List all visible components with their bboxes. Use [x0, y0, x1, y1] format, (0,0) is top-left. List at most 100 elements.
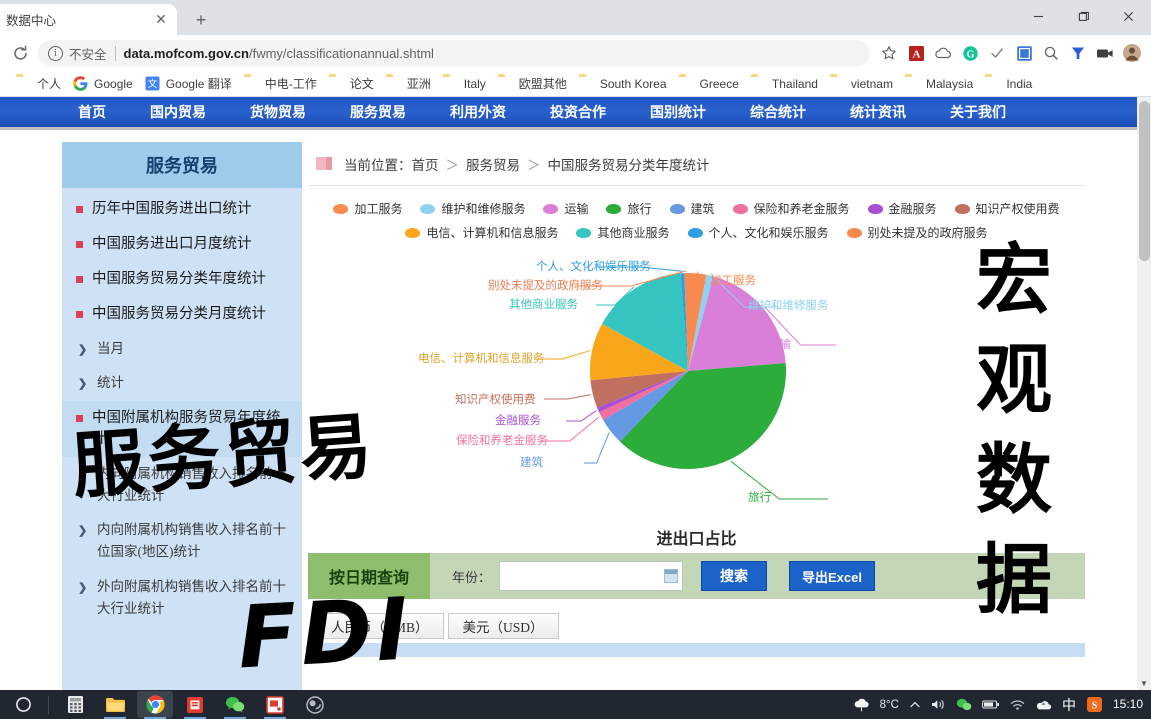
chevron-up-icon[interactable]	[909, 699, 921, 711]
reload-icon[interactable]	[6, 39, 34, 67]
legend-item[interactable]: 别处未提及的政府服务	[846, 224, 988, 241]
export-excel-button[interactable]: 导出Excel	[789, 561, 875, 591]
nav-item-service-trade[interactable]: 服务贸易	[350, 102, 406, 122]
calendar-icon[interactable]	[664, 569, 679, 583]
legend-item[interactable]: 加工服务	[333, 200, 402, 217]
minimize-button[interactable]	[1016, 0, 1061, 33]
tab-close-icon[interactable]: ✕	[153, 11, 169, 28]
nav-item-investment-cooperation[interactable]: 投资合作	[550, 102, 606, 122]
calculator-icon[interactable]	[57, 691, 93, 718]
onedrive-icon[interactable]	[1035, 699, 1052, 711]
yandex-icon[interactable]	[1065, 40, 1091, 66]
sidebar-item-annual-service-trade[interactable]: 历年中国服务进出口统计	[62, 192, 302, 227]
nav-item-comprehensive-statistics[interactable]: 综合统计	[750, 102, 806, 122]
note-app-icon[interactable]	[257, 691, 293, 719]
address-bar[interactable]: i 不安全 data.mofcom.gov.cn/fwmy/classifica…	[38, 40, 870, 66]
legend-item[interactable]: 金融服务	[867, 200, 937, 217]
nav-item-about-us[interactable]: 关于我们	[950, 102, 1006, 122]
start-circle-icon[interactable]	[0, 690, 46, 719]
pdf-reader-icon[interactable]	[177, 691, 213, 719]
legend-item[interactable]: 电信、计算机和信息服务	[405, 224, 558, 241]
bookmark-item[interactable]: 欧盟其他	[492, 73, 573, 95]
cloud-icon[interactable]	[930, 40, 956, 66]
page-scrollbar[interactable]: ▲ ▼	[1137, 97, 1151, 690]
bookmark-item[interactable]: 个人	[10, 73, 67, 95]
filter-header: 按日期查询	[308, 553, 430, 599]
battery-icon[interactable]	[982, 699, 1000, 710]
obs-icon[interactable]	[297, 691, 333, 718]
browser-tab[interactable]: 数据中心 ✕	[0, 4, 177, 35]
legend-item[interactable]: 保险和养老金服务	[732, 200, 850, 217]
bookmark-item[interactable]: South Korea	[573, 73, 673, 95]
nav-item-foreign-investment[interactable]: 利用外资	[450, 102, 506, 122]
checkmark-icon[interactable]	[984, 40, 1010, 66]
wechat-icon[interactable]	[217, 691, 253, 719]
legend-item[interactable]: 知识产权使用费	[954, 200, 1060, 217]
legend-item[interactable]: 建筑	[669, 200, 715, 217]
bookmark-item[interactable]: Google	[67, 73, 139, 95]
chrome-icon[interactable]	[137, 691, 173, 719]
bookmark-item[interactable]: Italy	[437, 73, 492, 95]
volume-icon[interactable]	[931, 698, 946, 711]
year-input[interactable]	[508, 568, 665, 584]
scroll-down-arrow[interactable]: ▼	[1137, 676, 1151, 690]
bookmark-item[interactable]: Thailand	[745, 73, 824, 95]
magnifier-icon[interactable]	[1038, 40, 1064, 66]
nav-item-home[interactable]: 首页	[78, 102, 106, 122]
bookmark-label: Thailand	[771, 76, 818, 91]
sidebar-item-affiliate-annual[interactable]: 中国附属机构服务贸易年度统计	[62, 400, 302, 457]
sidebar-subitem-current-month[interactable]: ❯ 当月	[62, 332, 302, 366]
profile-avatar-icon[interactable]	[1119, 40, 1145, 66]
sidebar-item-classification-monthly[interactable]: 中国服务贸易分类月度统计	[62, 297, 302, 332]
tab-usd[interactable]: 美元（USD）	[447, 613, 559, 639]
sidebar-subitem-statistics[interactable]: ❯ 统计	[62, 366, 302, 400]
legend-item[interactable]: 运输	[543, 200, 588, 217]
legend-item[interactable]: 旅行	[606, 200, 652, 217]
taskbar-clock[interactable]: 15:10	[1113, 698, 1143, 711]
bookmark-item[interactable]: 中电-工作	[238, 73, 323, 95]
breadcrumb-item-home[interactable]: 首页	[412, 158, 439, 173]
sidebar-subitem-inward-top10-industry[interactable]: ❯ 内向附属机构销售收入排名前十大行业统计	[62, 457, 302, 514]
weather-cloud-icon[interactable]	[853, 697, 870, 712]
sogou-icon[interactable]: S	[1086, 696, 1103, 713]
tab-rmb[interactable]: 人民币（RMB）	[316, 613, 444, 639]
bookmark-item[interactable]: 文 Google 翻译	[139, 73, 238, 95]
new-tab-button[interactable]: +	[188, 8, 214, 34]
legend-item[interactable]: 个人、文化和娱乐服务	[687, 224, 829, 241]
nav-item-statistics-news[interactable]: 统计资讯	[850, 102, 906, 122]
adobe-acrobat-icon[interactable]: A	[903, 40, 929, 66]
bookmark-item[interactable]: India	[979, 73, 1038, 95]
bookmark-star-icon[interactable]	[876, 40, 902, 66]
search-button[interactable]: 搜索	[701, 561, 768, 591]
ime-chinese-icon[interactable]: 中	[1062, 695, 1076, 715]
sidebar-subitem-outward-top10-industry[interactable]: ❯ 外向附属机构销售收入排名前十大行业统计	[62, 570, 302, 627]
close-button[interactable]	[1106, 0, 1151, 33]
translate-icon[interactable]	[1011, 40, 1037, 66]
bookmark-item[interactable]: Greece	[673, 73, 745, 95]
bookmark-item[interactable]: 论文	[323, 73, 380, 95]
maximize-button[interactable]	[1061, 0, 1106, 33]
year-input-wrapper[interactable]	[499, 561, 684, 591]
svg-text:G: G	[966, 49, 974, 60]
grammarly-icon[interactable]: G	[957, 40, 983, 66]
legend-item[interactable]: 维护和维修服务	[420, 200, 525, 217]
nav-item-domestic-trade[interactable]: 国内贸易	[150, 102, 206, 122]
wifi-icon[interactable]	[1010, 699, 1025, 711]
site-info-icon[interactable]: i	[48, 45, 63, 61]
breadcrumb-item-service-trade[interactable]: 服务贸易	[466, 158, 520, 173]
file-explorer-icon[interactable]	[97, 691, 133, 719]
camera-icon[interactable]	[1092, 40, 1118, 66]
bookmark-item[interactable]: Malaysia	[899, 73, 979, 95]
legend-item[interactable]: 其他商业服务	[576, 224, 670, 241]
sidebar-item-classification-annual[interactable]: 中国服务贸易分类年度统计	[62, 262, 302, 297]
bookmark-item[interactable]: vietnam	[824, 73, 899, 95]
bookmark-item[interactable]: 亚洲	[380, 73, 437, 95]
nav-item-country-statistics[interactable]: 国别统计	[650, 102, 706, 122]
nav-item-goods-trade[interactable]: 货物贸易	[250, 102, 306, 122]
pie-chart-svg[interactable]	[308, 249, 1085, 517]
sidebar-item-monthly-service-trade[interactable]: 中国服务进出口月度统计	[62, 227, 302, 262]
wechat-tray-icon[interactable]	[956, 698, 972, 711]
weather-temperature[interactable]: 8°C	[880, 699, 899, 711]
scrollbar-thumb[interactable]	[1139, 101, 1150, 261]
sidebar-subitem-inward-top10-country[interactable]: ❯ 内向附属机构销售收入排名前十位国家(地区)统计	[62, 513, 302, 570]
